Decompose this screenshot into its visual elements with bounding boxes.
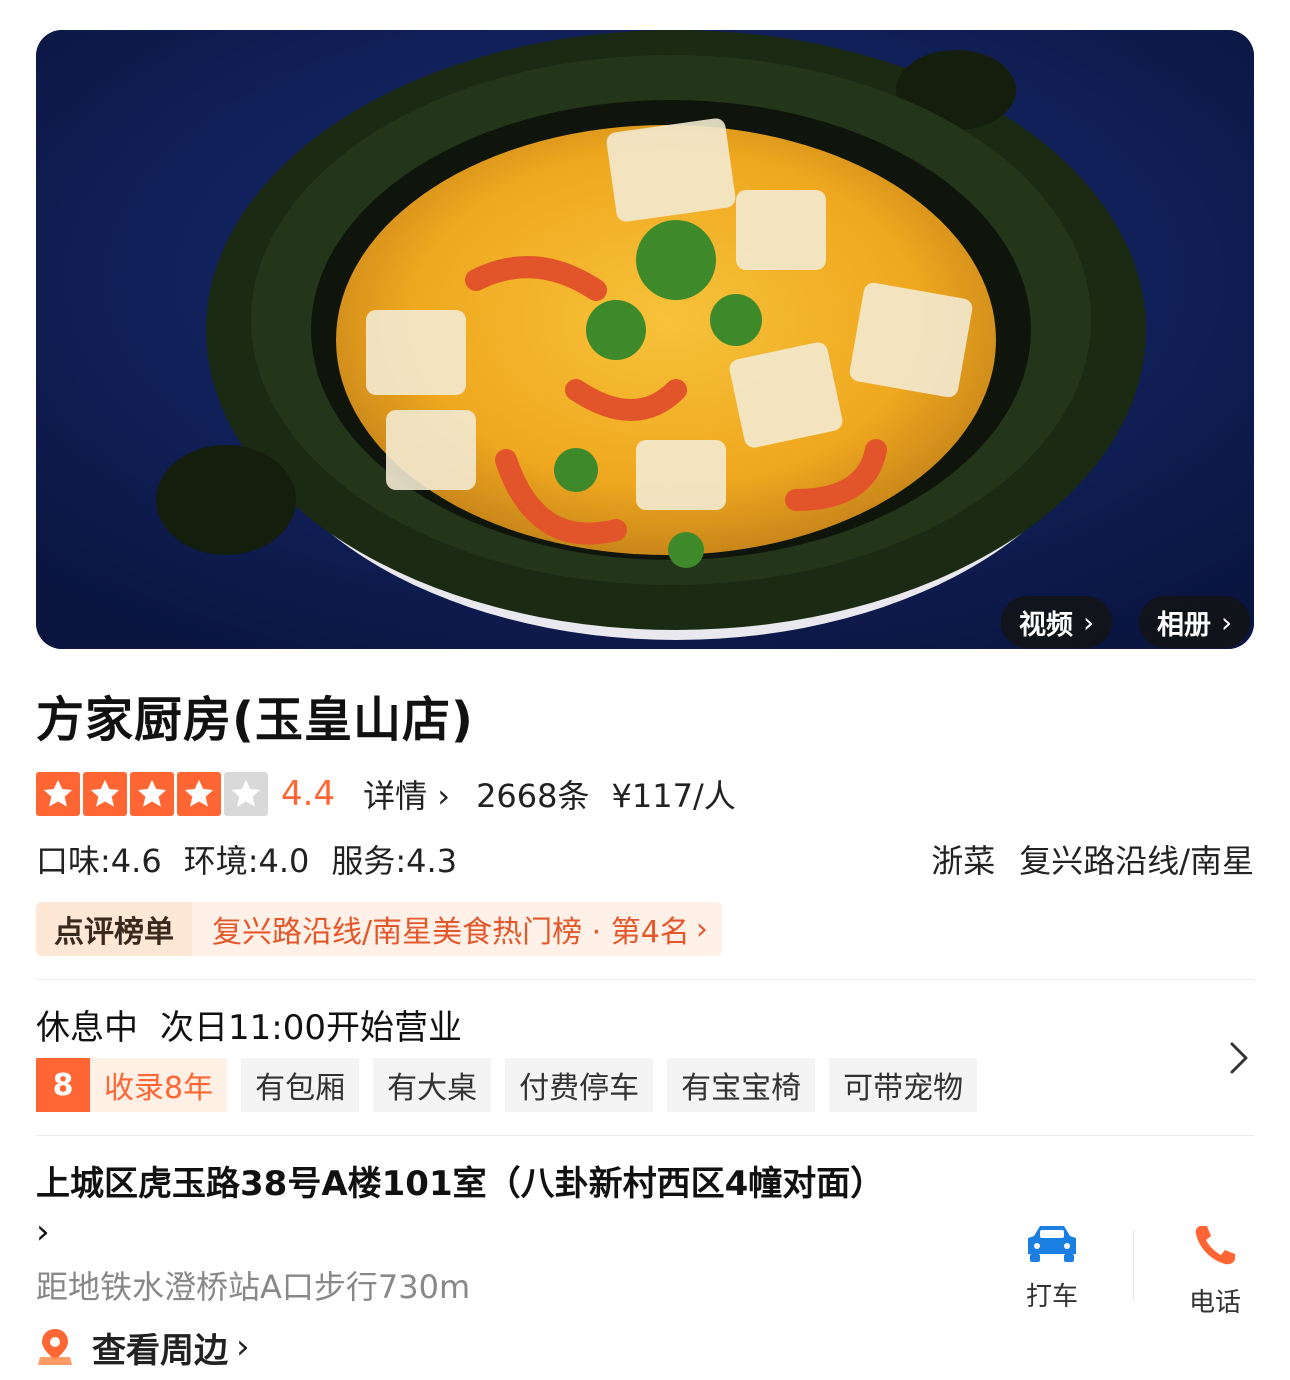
star-filled-icon <box>130 772 174 816</box>
ranking-text: 复兴路沿线/南星美食热门榜 · 第4名 <box>212 915 690 950</box>
rating-detail-label: 详情 <box>363 777 428 815</box>
cuisine-label: 浙菜 <box>931 842 996 880</box>
ranking-label: 点评榜单 <box>36 902 192 956</box>
taste-score: 口味:4.6 <box>36 842 162 880</box>
tag-large-table: 有大桌 <box>373 1058 492 1112</box>
feature-tags: 8 收录8年 有包厢 有大桌 付费停车 有宝宝椅 可带宠物 <box>36 1058 991 1112</box>
car-icon <box>1028 1226 1076 1262</box>
address-text: 上城区虎玉路38号A楼101室（八卦新村西区4幢对面） <box>36 1164 885 1204</box>
star-filled-icon <box>83 772 127 816</box>
metro-distance: 距地铁水澄桥站A口步行730m <box>36 1268 471 1306</box>
address-link[interactable]: 上城区虎玉路38号A楼101室（八卦新村西区4幢对面） › <box>36 1160 886 1256</box>
divider <box>1133 1230 1134 1300</box>
dish-photo-illustration <box>36 30 1254 649</box>
call-button[interactable]: 电话 <box>1160 1222 1270 1319</box>
service-score: 服务:4.3 <box>331 842 458 880</box>
shop-title: 方家厨房(玉皇山店) <box>36 692 474 748</box>
years-badge: 8 <box>36 1058 90 1112</box>
environment-score: 环境:4.0 <box>183 842 310 880</box>
rating-detail-link[interactable]: 详情 › <box>363 771 450 817</box>
taxi-label: 打车 <box>1025 1282 1078 1312</box>
nearby-label: 查看周边 <box>92 1330 228 1371</box>
rating-score: 4.4 <box>281 774 336 814</box>
video-button[interactable]: 视频 › <box>1001 596 1113 648</box>
star-rating <box>36 772 271 816</box>
sub-scores-row: 口味:4.6 环境:4.0 服务:4.3 浙菜 复兴路沿线/南星 <box>36 836 1254 882</box>
divider <box>36 1135 1254 1136</box>
star-filled-icon <box>36 772 80 816</box>
chevron-right-icon[interactable] <box>1226 1040 1252 1080</box>
area-label: 复兴路沿线/南星 <box>1019 842 1254 880</box>
rating-row: 4.4 详情 › 2668条 ¥117/人 <box>36 770 736 818</box>
tag-baby-chair: 有宝宝椅 <box>667 1058 816 1112</box>
album-button-label: 相册 <box>1157 609 1211 641</box>
chevron-right-icon: › <box>1221 605 1233 639</box>
tag-private-room: 有包厢 <box>241 1058 360 1112</box>
video-button-label: 视频 <box>1019 609 1073 641</box>
chevron-right-icon: › <box>36 1212 50 1252</box>
album-button[interactable]: 相册 › <box>1139 596 1251 648</box>
tag-pets-allowed: 可带宠物 <box>829 1058 978 1112</box>
location-pin-icon <box>38 1329 72 1365</box>
ranking-banner[interactable]: 点评榜单 复兴路沿线/南星美食热门榜 · 第4名 › <box>36 902 722 956</box>
phone-icon <box>1195 1226 1235 1265</box>
chevron-right-icon: › <box>1083 605 1095 639</box>
chevron-right-icon: › <box>695 911 708 947</box>
nearby-link[interactable]: 查看周边 › <box>36 1322 250 1372</box>
years-text: 收录8年 <box>104 1071 214 1106</box>
divider <box>36 979 1254 980</box>
business-state: 休息中 <box>36 1008 138 1048</box>
business-hours[interactable]: 休息中 次日11:00开始营业 <box>36 1000 462 1049</box>
tag-paid-parking: 付费停车 <box>505 1058 654 1112</box>
chevron-right-icon: › <box>437 777 451 815</box>
years-listed-tag: 8 收录8年 <box>36 1058 228 1112</box>
business-next-open: 次日11:00开始营业 <box>160 1008 462 1048</box>
star-empty-icon <box>224 772 268 816</box>
review-count[interactable]: 2668条 <box>476 771 589 817</box>
ranking-text-wrap: 复兴路沿线/南星美食热门榜 · 第4名 › <box>192 902 722 956</box>
call-label: 电话 <box>1188 1288 1241 1318</box>
star-filled-icon <box>177 772 221 816</box>
chevron-right-icon: › <box>236 1327 250 1367</box>
taxi-button[interactable]: 打车 <box>997 1222 1107 1313</box>
hero-photo[interactable]: 视频 › 相册 › <box>36 30 1254 649</box>
price-per-person: ¥117/人 <box>611 777 736 815</box>
